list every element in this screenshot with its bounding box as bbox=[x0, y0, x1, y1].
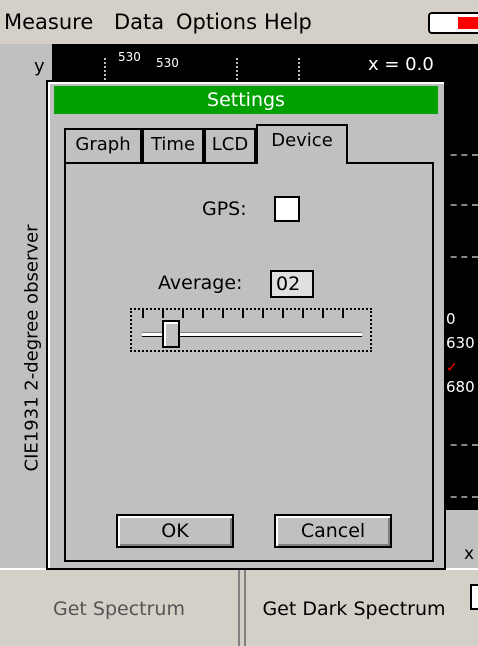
y-axis-letter: y bbox=[34, 56, 45, 77]
observer-label: CIE1931 2-degree observer bbox=[21, 224, 43, 472]
menu-bar: Measure Data Options Help bbox=[0, 0, 478, 44]
bottom-bar: Get Spectrum Get Dark Spectrum bbox=[0, 568, 478, 646]
tab-lcd[interactable]: LCD bbox=[204, 128, 256, 162]
dialog-title: Settings bbox=[54, 86, 438, 114]
x-readout: x = 0.0 bbox=[368, 54, 434, 75]
tick-label: 530 bbox=[118, 50, 141, 64]
settings-dialog: Settings Graph Time LCD Device GPS: Aver… bbox=[46, 80, 446, 570]
y-label-panel: CIE1931 2-degree observer bbox=[0, 44, 52, 568]
get-dark-spectrum-label: Get Dark Spectrum bbox=[262, 598, 446, 620]
menu-data[interactable]: Data bbox=[114, 10, 164, 34]
side-label: 680 bbox=[446, 378, 475, 396]
tab-device[interactable]: Device bbox=[256, 124, 348, 164]
ok-button[interactable]: OK bbox=[116, 514, 234, 548]
side-label: 0 bbox=[446, 310, 456, 328]
device-tab-panel bbox=[64, 162, 434, 562]
average-label: Average: bbox=[158, 272, 243, 294]
side-label: 630 bbox=[446, 334, 475, 352]
menu-measure[interactable]: Measure bbox=[4, 10, 93, 34]
battery-icon bbox=[428, 12, 478, 34]
menu-help[interactable]: Help bbox=[264, 10, 312, 34]
tab-time[interactable]: Time bbox=[142, 128, 204, 162]
tab-graph[interactable]: Graph bbox=[64, 128, 142, 162]
slider-thumb[interactable] bbox=[162, 320, 181, 348]
slider-ticks bbox=[142, 310, 362, 318]
get-dark-spectrum-button[interactable]: Get Dark Spectrum bbox=[244, 570, 478, 646]
gps-checkbox[interactable] bbox=[274, 196, 300, 222]
average-value-field[interactable]: 02 bbox=[270, 270, 314, 298]
cancel-button[interactable]: Cancel bbox=[274, 514, 392, 548]
average-slider[interactable] bbox=[130, 308, 372, 352]
get-spectrum-button[interactable]: Get Spectrum bbox=[0, 570, 240, 646]
tick-label: 530 bbox=[156, 56, 179, 70]
gps-label: GPS: bbox=[202, 198, 247, 220]
x-axis-letter: x bbox=[464, 544, 475, 564]
spectrum-mark-icon: ✓ bbox=[446, 360, 458, 376]
cursor-icon bbox=[470, 584, 478, 610]
menu-options[interactable]: Options bbox=[176, 10, 257, 34]
